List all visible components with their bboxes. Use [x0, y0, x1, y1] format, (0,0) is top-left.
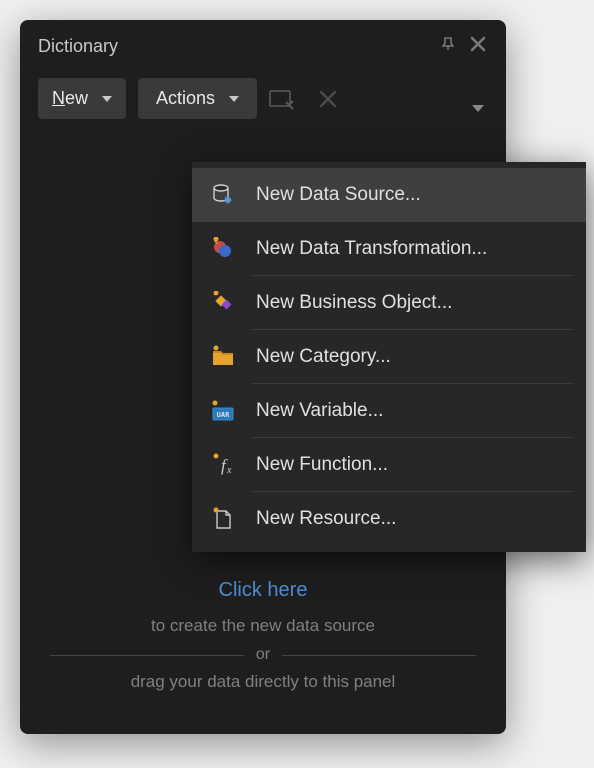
new-button-label: New	[52, 88, 88, 109]
menu-label: New Data Source...	[256, 184, 421, 206]
menu-label: New Category...	[256, 346, 391, 368]
menu-item-new-resource[interactable]: New Resource...	[192, 492, 586, 546]
new-button[interactable]: New	[38, 78, 126, 119]
variable-icon: UAR	[210, 398, 236, 424]
panel-title: Dictionary	[38, 36, 118, 57]
menu-item-new-category[interactable]: New Category...	[192, 330, 586, 384]
business-object-icon	[210, 290, 236, 316]
pin-icon[interactable]	[440, 36, 456, 57]
category-icon	[210, 344, 236, 370]
menu-item-new-function[interactable]: f x New Function...	[192, 438, 586, 492]
chevron-down-icon	[102, 93, 112, 105]
toolbar: New Actions	[20, 70, 506, 135]
click-here-link[interactable]: Click here	[50, 579, 476, 602]
data-transformation-icon	[210, 236, 236, 262]
panel-header: Dictionary	[20, 20, 506, 70]
actions-button-label: Actions	[156, 88, 215, 109]
hint-text-2: drag your data directly to this panel	[50, 672, 476, 692]
svg-text:x: x	[226, 465, 232, 476]
menu-label: New Resource...	[256, 508, 396, 530]
data-source-icon	[210, 182, 236, 208]
menu-item-new-data-source[interactable]: New Data Source...	[192, 168, 586, 222]
or-text: or	[256, 646, 270, 664]
menu-item-new-data-transformation[interactable]: New Data Transformation...	[192, 222, 586, 276]
menu-item-new-business-object[interactable]: New Business Object...	[192, 276, 586, 330]
actions-button[interactable]: Actions	[138, 78, 257, 119]
hint-text-1: to create the new data source	[50, 616, 476, 636]
chevron-down-icon	[229, 93, 239, 105]
menu-label: New Variable...	[256, 400, 383, 422]
close-icon[interactable]	[468, 34, 488, 58]
menu-label: New Function...	[256, 454, 388, 476]
edit-icon[interactable]	[269, 88, 295, 110]
resource-icon	[210, 506, 236, 532]
new-context-menu: New Data Source... New Data Transformati…	[192, 162, 586, 552]
svg-text:UAR: UAR	[217, 411, 230, 419]
dictionary-panel: Dictionary New Actions	[20, 20, 506, 734]
delete-icon[interactable]	[317, 88, 339, 110]
or-divider: or	[50, 646, 476, 664]
toolbar-overflow-chevron[interactable]	[472, 101, 488, 115]
empty-state: Click here to create the new data source…	[20, 579, 506, 702]
panel-controls	[440, 34, 488, 58]
menu-item-new-variable[interactable]: UAR New Variable...	[192, 384, 586, 438]
menu-label: New Business Object...	[256, 292, 452, 314]
function-icon: f x	[210, 452, 236, 478]
menu-label: New Data Transformation...	[256, 238, 487, 260]
